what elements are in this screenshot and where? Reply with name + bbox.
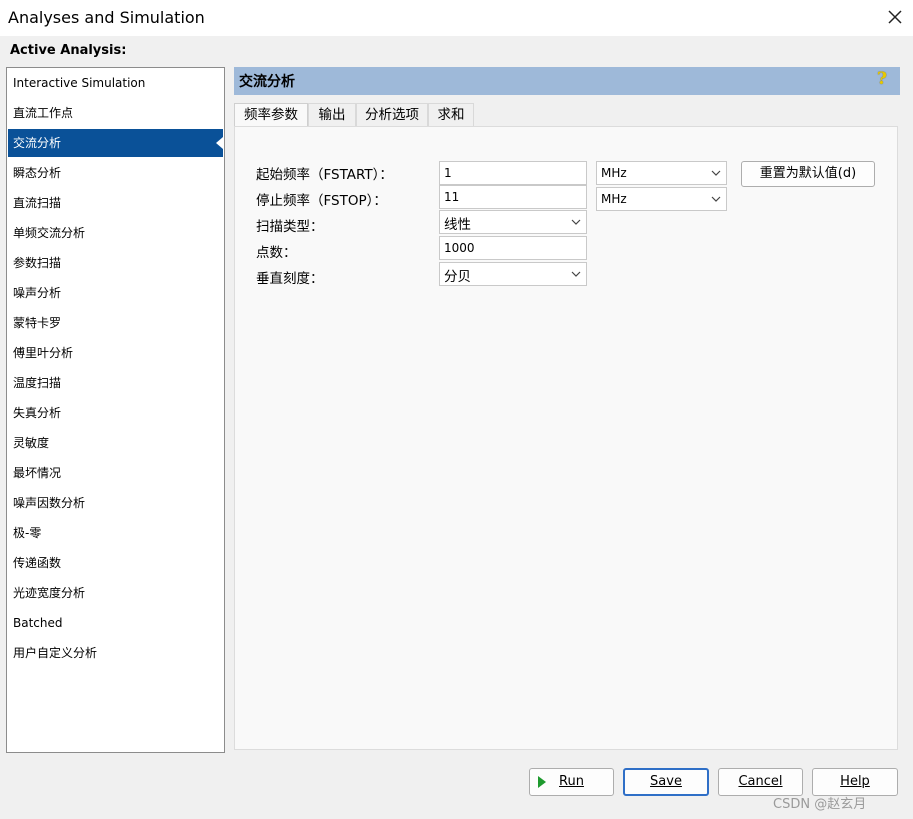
vertical-scale-label: 垂直刻度：: [256, 271, 324, 287]
help-question-icon[interactable]: ?: [877, 69, 893, 89]
play-icon: [538, 776, 546, 788]
analysis-title: 交流分析: [239, 74, 295, 90]
chevron-down-icon: [571, 219, 581, 225]
fstop-unit-select[interactable]: MHz: [596, 187, 727, 211]
cancel-label: Cancel: [738, 774, 783, 789]
title-bar: Analyses and Simulation: [0, 0, 913, 36]
cancel-button[interactable]: Cancel: [718, 768, 803, 796]
close-icon[interactable]: [884, 6, 906, 28]
fstart-unit-select[interactable]: MHz: [596, 161, 727, 185]
fstart-label: 起始频率（FSTART）：: [256, 167, 393, 183]
list-item-worst-case[interactable]: 最坏情况: [8, 459, 223, 487]
list-item-label: 交流分析: [13, 136, 62, 150]
list-item-interactive-simulation[interactable]: Interactive Simulation: [8, 69, 223, 97]
list-item-sensitivity[interactable]: 灵敏度: [8, 429, 223, 457]
analysis-header: 交流分析 ?: [234, 67, 900, 95]
fstart-unit-value: MHz: [601, 166, 627, 180]
watermark: CSDN @赵玄月: [773, 797, 867, 812]
list-item-pole-zero[interactable]: 极-零: [8, 519, 223, 547]
run-button[interactable]: Run: [529, 768, 614, 796]
list-item-transient[interactable]: 瞬态分析: [8, 159, 223, 187]
window-title: Analyses and Simulation: [8, 8, 205, 27]
list-item-dc-sweep[interactable]: 直流扫描: [8, 189, 223, 217]
list-item-single-freq-ac[interactable]: 单频交流分析: [8, 219, 223, 247]
list-item-monte-carlo[interactable]: 蒙特卡罗: [8, 309, 223, 337]
list-item-batched[interactable]: Batched: [8, 609, 223, 637]
fstart-input[interactable]: [439, 161, 587, 185]
fstop-label: 停止频率（FSTOP）：: [256, 193, 387, 209]
selected-arrow-icon: [216, 137, 223, 149]
save-button[interactable]: Save: [623, 768, 709, 796]
fstop-unit-value: MHz: [601, 192, 627, 206]
list-item-fourier[interactable]: 傅里叶分析: [8, 339, 223, 367]
list-item-noise[interactable]: 噪声分析: [8, 279, 223, 307]
tab-summary[interactable]: 求和: [428, 103, 474, 127]
reset-defaults-label: 重置为默认值(d): [759, 166, 857, 181]
list-item-noise-figure[interactable]: 噪声因数分析: [8, 489, 223, 517]
chevron-down-icon: [711, 196, 721, 202]
sweep-type-value: 线性: [444, 217, 471, 233]
save-label: Save: [650, 774, 682, 789]
list-item-user-defined[interactable]: 用户自定义分析: [8, 639, 223, 667]
vertical-scale-value: 分贝: [444, 269, 471, 285]
list-item-trace-width[interactable]: 光迹宽度分析: [8, 579, 223, 607]
list-item-transfer-function[interactable]: 传递函数: [8, 549, 223, 577]
tab-frequency-parameters[interactable]: 频率参数: [234, 103, 308, 128]
tab-analysis-options[interactable]: 分析选项: [356, 103, 428, 127]
points-input[interactable]: [439, 236, 587, 260]
run-label: Run: [559, 774, 584, 789]
list-item-ac-analysis[interactable]: 交流分析: [8, 129, 223, 157]
sweep-type-select[interactable]: 线性: [439, 210, 587, 234]
active-analysis-label: Active Analysis:: [10, 43, 127, 58]
list-item-temperature-sweep[interactable]: 温度扫描: [8, 369, 223, 397]
tab-output[interactable]: 输出: [308, 103, 356, 127]
chevron-down-icon: [711, 170, 721, 176]
analysis-list[interactable]: Interactive Simulation 直流工作点 交流分析 瞬态分析 直…: [6, 67, 225, 753]
help-button[interactable]: Help: [812, 768, 898, 796]
chevron-down-icon: [571, 271, 581, 277]
list-item-dc-operating-point[interactable]: 直流工作点: [8, 99, 223, 127]
list-item-distortion[interactable]: 失真分析: [8, 399, 223, 427]
sweep-type-label: 扫描类型：: [256, 219, 324, 235]
vertical-scale-select[interactable]: 分贝: [439, 262, 587, 286]
list-item-parameter-sweep[interactable]: 参数扫描: [8, 249, 223, 277]
fstop-input[interactable]: [439, 185, 587, 209]
help-label: Help: [840, 774, 870, 789]
points-label: 点数：: [256, 245, 297, 261]
reset-defaults-button[interactable]: 重置为默认值(d): [741, 161, 875, 187]
